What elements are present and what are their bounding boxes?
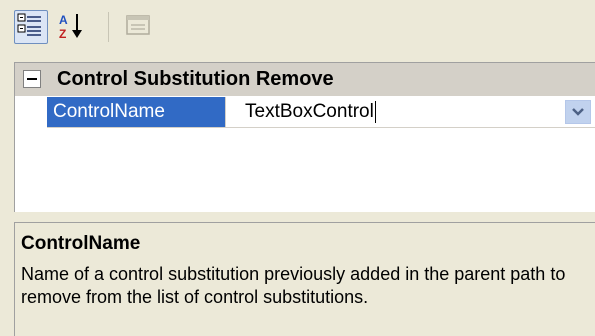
category-row[interactable]: Control Substitution Remove: [15, 63, 595, 96]
category-label: Control Substitution Remove: [57, 68, 334, 90]
collapse-box-icon[interactable]: [23, 70, 41, 88]
property-grid: Control Substitution Remove ControlName …: [14, 62, 595, 212]
property-value-text: TextBoxControl: [245, 101, 374, 122]
categorized-button[interactable]: [14, 10, 48, 44]
toolbar-separator: [108, 12, 109, 42]
text-caret: [374, 100, 376, 123]
description-text: Name of a control substitution previousl…: [21, 264, 566, 307]
svg-text:Z: Z: [59, 27, 66, 41]
alphabetical-sort-button[interactable]: A Z: [56, 10, 90, 44]
property-name[interactable]: ControlName: [47, 97, 225, 127]
property-value-input[interactable]: TextBoxControl: [245, 97, 376, 127]
description-panel: ControlName Name of a control substituti…: [14, 222, 595, 336]
property-pages-button[interactable]: [122, 10, 156, 44]
svg-text:A: A: [59, 13, 68, 27]
chevron-down-icon: [572, 108, 584, 116]
property-row[interactable]: ControlName TextBoxControl: [15, 97, 595, 127]
row-divider: [47, 127, 595, 128]
property-grid-toolbar: A Z: [0, 0, 595, 60]
column-divider[interactable]: [225, 97, 226, 127]
alphabetical-sort-icon: A Z: [59, 13, 82, 41]
value-dropdown-button[interactable]: [565, 100, 591, 124]
categorized-icon: [17, 13, 41, 36]
property-pages-icon: [126, 15, 150, 35]
description-splitter[interactable]: [14, 218, 595, 220]
description-title: ControlName: [21, 233, 141, 254]
